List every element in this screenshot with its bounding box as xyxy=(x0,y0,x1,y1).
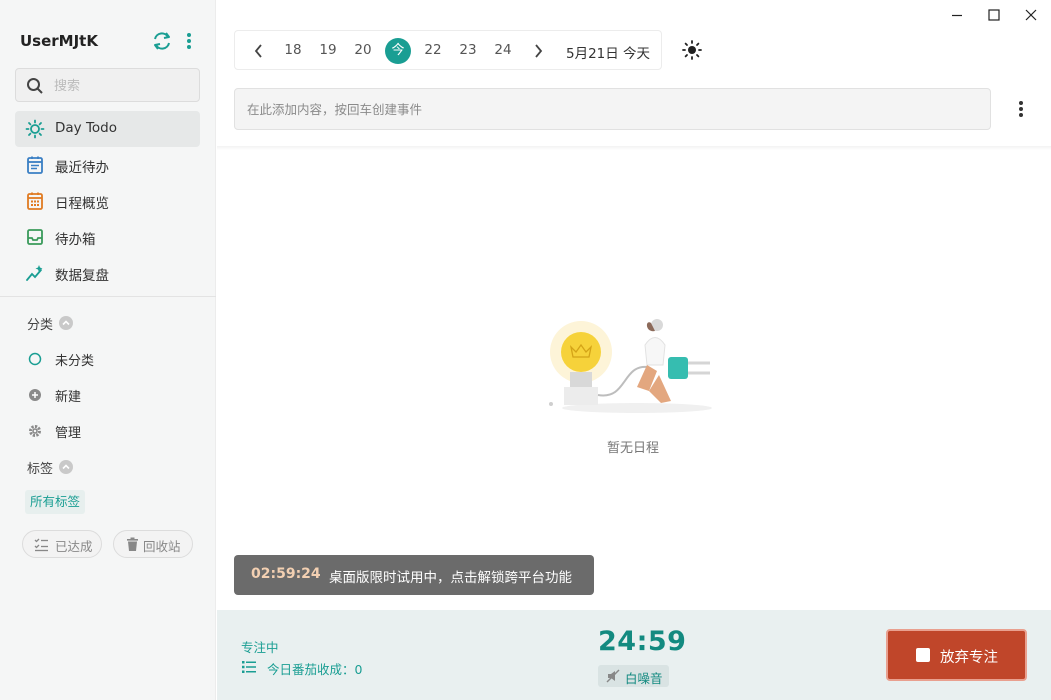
search-icon xyxy=(27,78,43,94)
nav-item-schedule-overview[interactable]: 日程概览 xyxy=(15,183,200,219)
date-day-20[interactable]: 20 xyxy=(351,42,375,58)
category-uncategorized[interactable]: 未分类 xyxy=(27,348,197,370)
tag-section-header[interactable]: 标签 xyxy=(27,458,73,478)
current-date-label[interactable]: 5月21日 今天 xyxy=(566,42,650,62)
date-day-23[interactable]: 23 xyxy=(456,42,480,58)
give-up-focus-button[interactable]: 放弃专注 xyxy=(886,629,1027,681)
white-noise-label: 白噪音 xyxy=(625,671,663,686)
category-label: 新建 xyxy=(55,390,82,405)
nav-label: 日程概览 xyxy=(55,196,109,212)
category-label: 管理 xyxy=(55,426,82,441)
trash-label: 回收站 xyxy=(143,539,181,554)
plus-circle-icon xyxy=(29,389,41,401)
more-vertical-icon[interactable] xyxy=(1012,97,1030,121)
nav-item-recent-todo[interactable]: 最近待办 xyxy=(15,147,200,183)
date-day-19[interactable]: 19 xyxy=(316,42,340,58)
trial-countdown: 02:59:24 xyxy=(251,566,321,582)
collapse-icon[interactable] xyxy=(59,316,73,330)
stop-square-icon xyxy=(916,648,930,662)
sidebar: UserMJtK Day Todo xyxy=(0,0,216,700)
date-day-22[interactable]: 22 xyxy=(421,42,445,58)
sync-icon[interactable] xyxy=(151,30,173,52)
done-label: 已达成 xyxy=(55,539,93,554)
inbox-icon xyxy=(27,229,43,245)
list-calendar-icon xyxy=(27,156,43,174)
category-section-header[interactable]: 分类 xyxy=(27,314,73,334)
user-row: UserMJtK xyxy=(20,30,200,54)
all-tags-chip[interactable]: 所有标签 xyxy=(25,490,86,514)
sun-icon xyxy=(25,119,45,139)
section-label: 分类 xyxy=(27,318,54,333)
nav-item-day-todo[interactable]: Day Todo xyxy=(15,111,200,147)
category-new[interactable]: 新建 xyxy=(27,384,197,406)
minimize-icon[interactable] xyxy=(946,4,968,26)
focus-timer: 24:59 xyxy=(598,626,687,657)
focus-bar: 专注中 今日番茄收成：0 24:59 白噪音 放弃专注 xyxy=(217,610,1051,700)
search-input[interactable] xyxy=(54,75,194,97)
date-today-marker[interactable]: 今 xyxy=(385,38,411,64)
close-icon[interactable] xyxy=(1020,4,1042,26)
date-navigator: 18 19 20 今 22 23 24 5月21日 今天 xyxy=(234,30,662,70)
speaker-muted-icon xyxy=(606,669,620,683)
collapse-icon[interactable] xyxy=(59,460,73,474)
white-noise-button[interactable]: 白噪音 xyxy=(598,665,669,687)
focus-status: 专注中 xyxy=(241,640,279,655)
nav-label: 待办箱 xyxy=(55,232,96,248)
tomato-count: 今日番茄收成：0 xyxy=(267,662,363,677)
add-event-box[interactable] xyxy=(234,88,991,130)
maximize-icon[interactable] xyxy=(983,4,1005,26)
user-name[interactable]: UserMJtK xyxy=(20,32,98,50)
chevron-right-icon[interactable] xyxy=(530,41,546,61)
add-event-input[interactable] xyxy=(247,99,967,119)
gear-icon xyxy=(29,425,41,437)
done-button[interactable]: 已达成 xyxy=(22,530,102,558)
chevron-left-icon[interactable] xyxy=(251,41,267,61)
empty-state-text: 暂无日程 xyxy=(607,441,660,456)
nav-label: 最近待办 xyxy=(55,160,109,176)
nav-label: Day Todo xyxy=(55,120,117,136)
section-label: 标签 xyxy=(27,462,54,477)
calendar-grid-icon xyxy=(27,192,43,210)
checklist-icon xyxy=(34,538,48,552)
nav-item-data-review[interactable]: 数据复盘 xyxy=(15,255,200,291)
nav-item-inbox[interactable]: 待办箱 xyxy=(15,219,200,255)
header-separator xyxy=(217,146,1051,150)
give-up-label: 放弃专注 xyxy=(940,650,998,666)
trash-button[interactable]: 回收站 xyxy=(113,530,193,558)
date-day-18[interactable]: 18 xyxy=(281,42,305,58)
sparkle-chart-icon xyxy=(26,265,43,281)
sidebar-divider xyxy=(0,296,216,297)
more-options-icon[interactable] xyxy=(180,30,198,52)
category-manage[interactable]: 管理 xyxy=(27,420,197,442)
theme-toggle-sun-icon[interactable] xyxy=(681,39,703,61)
empty-state-illustration xyxy=(549,319,712,413)
search-box[interactable] xyxy=(15,68,200,102)
category-label: 未分类 xyxy=(55,354,95,369)
nav-label: 数据复盘 xyxy=(55,268,109,284)
trial-message: 桌面版限时试用中，点击解锁跨平台功能 xyxy=(329,570,572,586)
trial-toast[interactable]: 02:59:24 桌面版限时试用中，点击解锁跨平台功能 xyxy=(234,555,594,595)
date-day-24[interactable]: 24 xyxy=(491,42,515,58)
trash-icon xyxy=(127,537,138,551)
circle-outline-icon xyxy=(28,352,42,366)
list-icon xyxy=(242,661,256,673)
